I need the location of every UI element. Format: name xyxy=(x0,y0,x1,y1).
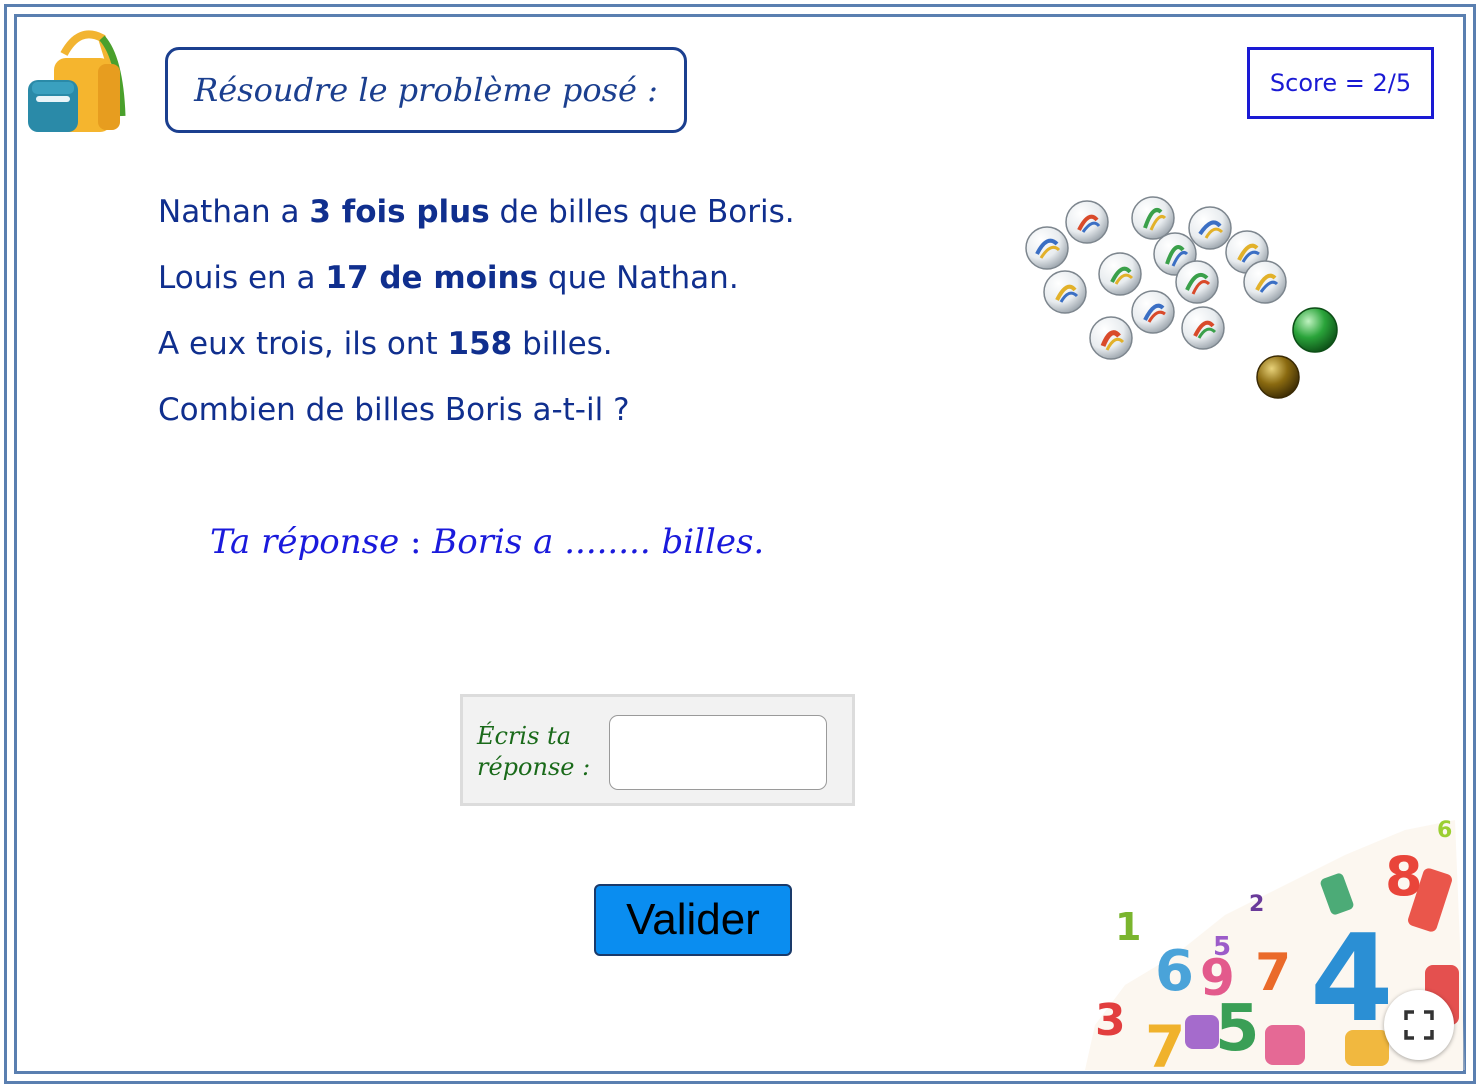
problem-line-2-bold: 17 de moins xyxy=(325,260,539,296)
marble-group xyxy=(1025,196,1338,399)
decor-digit: 7 xyxy=(1255,943,1291,1003)
problem-line-3: A eux trois, ils ont 158 billes. xyxy=(158,322,918,388)
problem-line-2: Louis en a 17 de moins que Nathan. xyxy=(158,256,918,322)
decor-digit: 6 xyxy=(1437,818,1452,843)
answer-input-panel: Écris ta réponse : xyxy=(460,694,855,806)
problem-line-1-post: de billes que Boris. xyxy=(489,194,795,230)
decor-digit: 1 xyxy=(1115,905,1141,949)
problem-line-2-post: que Nathan. xyxy=(538,260,739,296)
problem-line-4: Combien de billes Boris a-t-il ? xyxy=(158,392,630,428)
score-badge: Score = 2/5 xyxy=(1247,47,1434,119)
instruction-title-text: Résoudre le problème posé : xyxy=(194,71,658,109)
problem-statement: Nathan a 3 fois plus de billes que Boris… xyxy=(158,190,918,454)
problem-line-3-bold: 158 xyxy=(447,326,513,362)
backpack-icon xyxy=(28,30,126,132)
problem-line-1-bold: 3 fois plus xyxy=(309,194,490,230)
problem-line-2-pre: Louis en a xyxy=(158,260,326,296)
problem-line-3-post: billes. xyxy=(512,326,613,362)
marbles-illustration xyxy=(1025,196,1338,399)
answer-input-label-line2: réponse : xyxy=(477,753,591,781)
fullscreen-icon xyxy=(1404,1010,1434,1040)
instruction-title: Résoudre le problème posé : xyxy=(165,47,687,133)
decor-digit: 2 xyxy=(1249,892,1264,917)
decor-digit: 5 xyxy=(1215,992,1260,1066)
fullscreen-button[interactable] xyxy=(1384,990,1454,1060)
problem-line-1-pre: Nathan a xyxy=(158,194,310,230)
answer-label: Ta réponse xyxy=(210,522,400,562)
answer-sentence: Ta réponse : Boris a ........ billes. xyxy=(210,522,764,562)
answer-input-label-line1: Écris ta xyxy=(477,722,572,750)
problem-line-1: Nathan a 3 fois plus de billes que Boris… xyxy=(158,190,918,256)
validate-button[interactable]: Valider xyxy=(594,884,792,956)
answer-input[interactable] xyxy=(609,715,827,790)
answer-input-label: Écris ta réponse : xyxy=(477,721,607,783)
decor-digit: 4 xyxy=(1310,910,1394,1049)
answer-colon: : xyxy=(399,522,433,562)
decor-digit: 7 xyxy=(1145,1013,1185,1070)
answer-template: Boris a ........ billes. xyxy=(432,522,765,562)
score-text: Score = 2/5 xyxy=(1269,69,1412,97)
decor-digit: 3 xyxy=(1095,995,1126,1046)
problem-line-3-pre: A eux trois, ils ont xyxy=(158,326,448,362)
decor-digit: 6 xyxy=(1155,939,1194,1004)
